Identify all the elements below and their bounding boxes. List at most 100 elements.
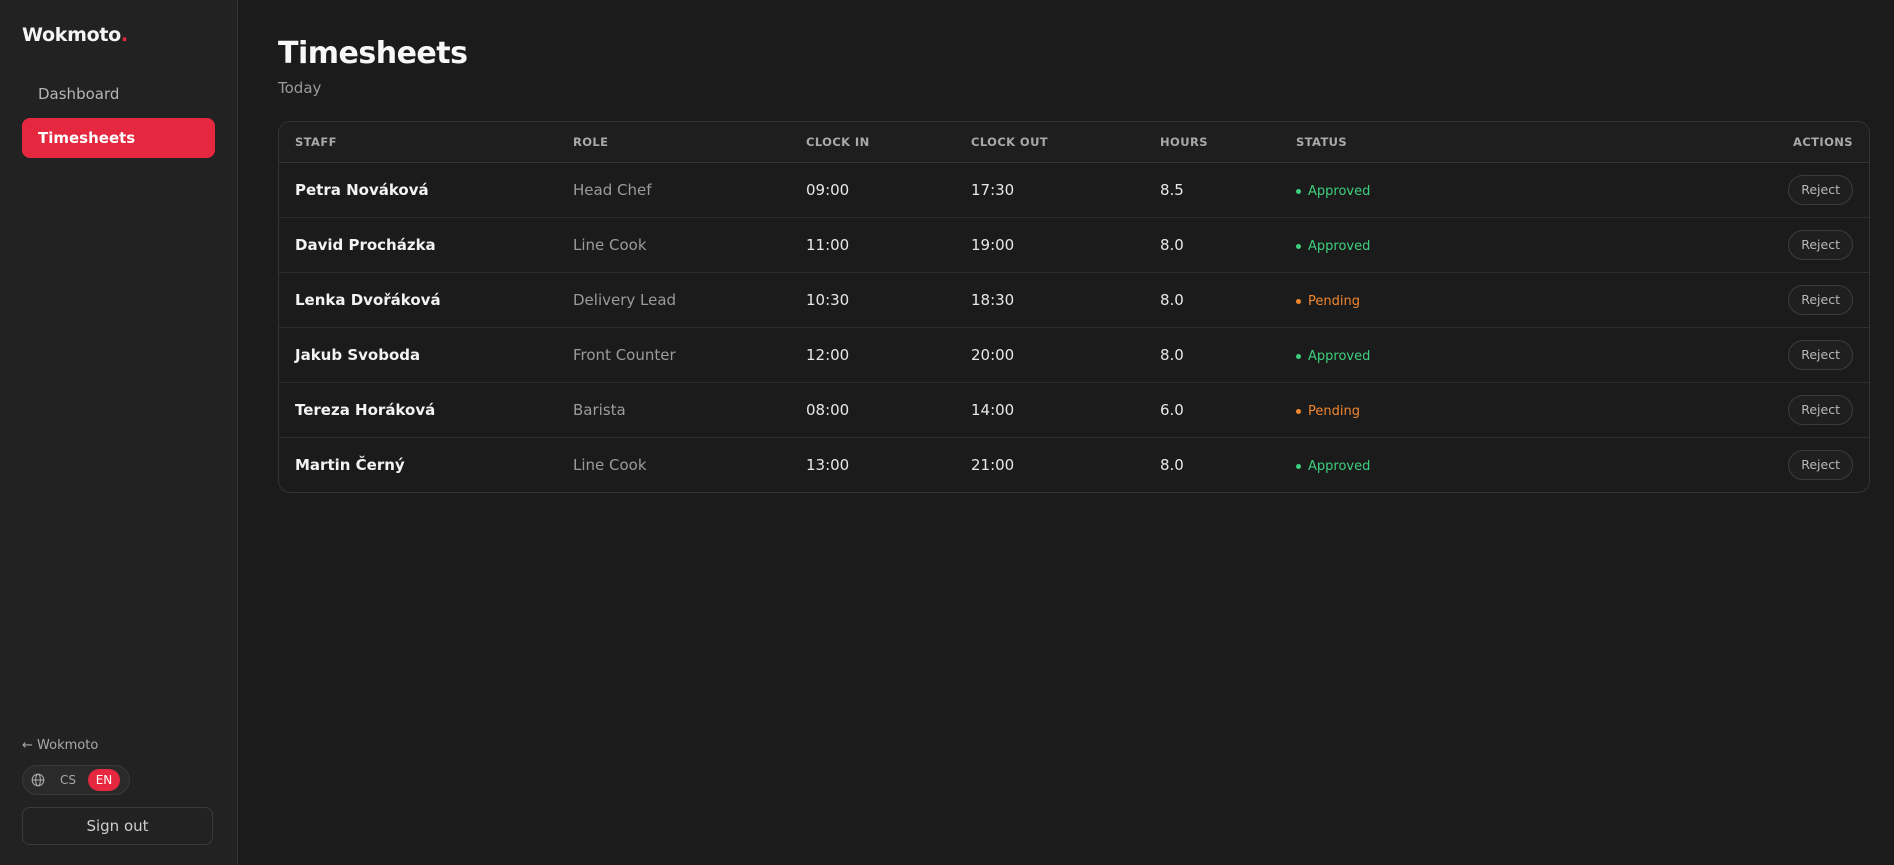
cell-hours: 8.5 [1144, 162, 1280, 218]
status-label: Approved [1308, 184, 1371, 199]
status-label: Approved [1308, 349, 1371, 364]
status-dot-icon [1296, 409, 1301, 414]
status-dot-icon [1296, 354, 1301, 359]
language-option-cs[interactable]: CS [52, 769, 84, 791]
column-header-clock-out: CLOCK OUT [955, 122, 1144, 163]
cell-role: Delivery Lead [557, 272, 790, 328]
column-header-actions: ACTIONS [1580, 122, 1869, 163]
cell-clock-out: 14:00 [955, 382, 1144, 438]
cell-actions: Reject [1580, 382, 1869, 438]
cell-clock-in: 13:00 [806, 455, 850, 474]
column-header-role: ROLE [557, 122, 790, 163]
page-title: Timesheets [278, 36, 468, 71]
globe-icon [28, 770, 48, 790]
status-dot-icon [1296, 189, 1301, 194]
status-label: Approved [1308, 459, 1371, 475]
cell-hours: 6.0 [1144, 382, 1280, 438]
timesheets-table: STAFF ROLE CLOCK IN CLOCK OUT HOURS STAT… [278, 121, 1870, 493]
column-header-hours: HOURS [1144, 122, 1280, 163]
cell-status: Approved [1280, 217, 1580, 273]
cell-clock-out: 21:00 [971, 455, 1015, 474]
cell-clock-out: 19:00 [955, 217, 1144, 273]
cell-staff: Tereza Horáková [279, 382, 557, 438]
reject-button[interactable]: Reject [1788, 174, 1853, 205]
status-label: Pending [1308, 294, 1360, 309]
app: Wokmoto. Dashboard Timesheets ← Wokmoto … [0, 0, 1894, 865]
status-badge: Pending [1296, 294, 1360, 309]
cell-clock-in: 08:00 [790, 382, 955, 438]
cell-clock-out: 17:30 [955, 162, 1144, 218]
language-option-en[interactable]: EN [88, 769, 120, 791]
sidebar-item-label: Dashboard [38, 85, 120, 103]
main-content: Timesheets Today STAFF ROLE CLOCK IN CLO… [238, 0, 1894, 865]
cell-actions: Reject [1580, 437, 1869, 492]
cell-clock-in: 12:00 [790, 327, 955, 383]
cell-hours: 8.0 [1160, 455, 1184, 474]
cell-clock-out: 20:00 [955, 327, 1144, 383]
status-badge: Approved [1296, 459, 1370, 474]
cell-hours: 8.0 [1144, 272, 1280, 328]
cell-actions: Reject [1580, 272, 1869, 328]
table-row: Martin Černý Line Cook 13:00 21:00 8.0 A… [279, 437, 1869, 492]
sidebar-item-timesheets[interactable]: Timesheets [22, 118, 215, 158]
status-badge: Pending [1296, 404, 1360, 419]
cell-staff: Lenka Dvořáková [279, 272, 557, 328]
status-dot-icon [1296, 244, 1301, 249]
sign-out-button[interactable]: Sign out [22, 807, 213, 845]
status-dot-icon [1296, 299, 1301, 304]
table-row: Lenka Dvořáková Delivery Lead 10:30 18:3… [279, 272, 1869, 328]
cell-staff: Jakub Svoboda [279, 327, 557, 383]
cell-actions: Reject [1580, 162, 1869, 218]
brand-dot: . [120, 24, 128, 46]
table-row: Jakub Svoboda Front Counter 12:00 20:00 … [279, 327, 1869, 383]
status-label: Pending [1308, 404, 1360, 419]
reject-button[interactable]: Reject [1788, 229, 1853, 260]
cell-hours: 8.0 [1144, 327, 1280, 383]
cell-status: Pending [1280, 382, 1580, 438]
cell-status: Pending [1280, 272, 1580, 328]
sidebar-item-dashboard[interactable]: Dashboard [22, 74, 215, 114]
cell-status: Approved [1280, 437, 1580, 492]
cell-staff: Martin Černý [295, 455, 405, 474]
reject-button[interactable]: Reject [1788, 339, 1853, 370]
cell-clock-in: 09:00 [790, 162, 955, 218]
status-badge: Approved [1296, 184, 1370, 199]
cell-role: Line Cook [557, 217, 790, 273]
cell-staff: David Procházka [279, 217, 557, 273]
cell-role: Head Chef [557, 162, 790, 218]
cell-clock-in: 11:00 [790, 217, 955, 273]
cell-role: Barista [557, 382, 790, 438]
cell-role: Front Counter [557, 327, 790, 383]
sidebar-item-label: Timesheets [38, 129, 136, 147]
reject-button[interactable]: Reject [1788, 394, 1853, 425]
cell-status: Approved [1280, 327, 1580, 383]
cell-status: Approved [1280, 162, 1580, 218]
sidebar-nav: Dashboard Timesheets [22, 74, 215, 158]
brand-name: Wokmoto [22, 24, 121, 46]
cell-staff: Petra Nováková [279, 162, 557, 218]
cell-actions: Reject [1580, 217, 1869, 273]
language-switcher: CS EN [22, 765, 130, 795]
cell-role: Line Cook [573, 455, 647, 474]
column-header-staff: STAFF [279, 122, 557, 163]
cell-clock-out: 18:30 [955, 272, 1144, 328]
column-header-status: STATUS [1280, 122, 1580, 163]
brand-logo[interactable]: Wokmoto. [22, 24, 215, 46]
column-header-clock-in: CLOCK IN [790, 122, 955, 163]
table-row: Petra Nováková Head Chef 09:00 17:30 8.5… [279, 162, 1869, 218]
reject-button[interactable]: Reject [1788, 449, 1853, 480]
back-to-site-link[interactable]: ← Wokmoto [22, 738, 215, 753]
cell-clock-in: 10:30 [790, 272, 955, 328]
status-label: Approved [1308, 239, 1371, 254]
status-badge: Approved [1296, 239, 1370, 254]
cell-hours: 8.0 [1144, 217, 1280, 273]
reject-button[interactable]: Reject [1788, 284, 1853, 315]
table-row: Tereza Horáková Barista 08:00 14:00 6.0 … [279, 382, 1869, 438]
page-subtitle: Today [278, 79, 322, 97]
sidebar: Wokmoto. Dashboard Timesheets ← Wokmoto … [0, 0, 238, 865]
table-header-row: STAFF ROLE CLOCK IN CLOCK OUT HOURS STAT… [279, 122, 1869, 163]
status-badge: Approved [1296, 349, 1370, 364]
table-row: David Procházka Line Cook 11:00 19:00 8.… [279, 217, 1869, 273]
status-dot-icon [1296, 464, 1301, 470]
